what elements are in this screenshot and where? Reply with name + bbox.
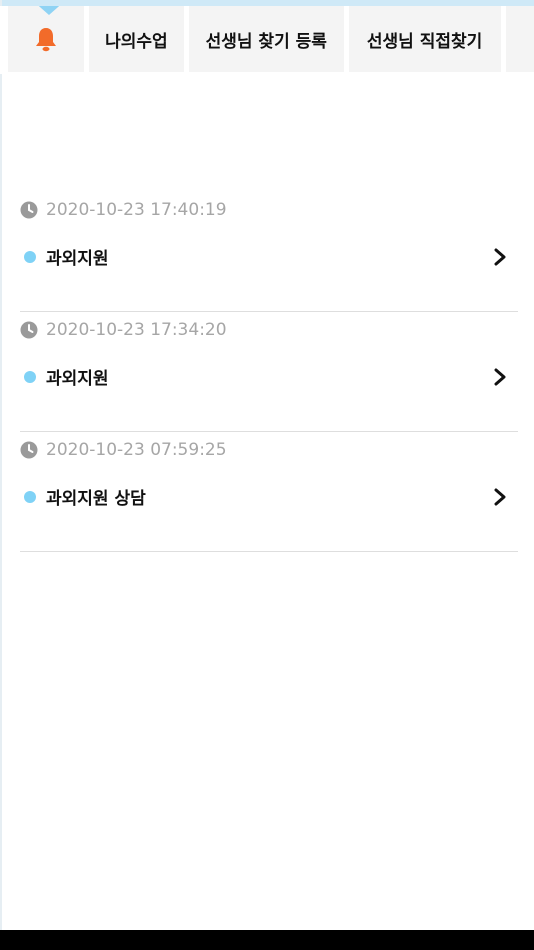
notification-item[interactable]: 2020-10-23 07:59:25 과외지원 상담 (20, 432, 518, 552)
tab-bar: 나의수업 선생님 찾기 등록 선생님 직접찾기 (0, 6, 534, 74)
notification-title-row[interactable]: 과외지원 (20, 364, 518, 389)
tab-find-teacher-register[interactable]: 선생님 찾기 등록 (188, 6, 344, 72)
notification-item[interactable]: 2020-10-23 17:40:19 과외지원 (20, 192, 518, 312)
bell-icon (35, 28, 56, 52)
notification-timestamp: 2020-10-23 17:34:20 (46, 320, 227, 340)
tab-my-classes[interactable]: 나의수업 (88, 6, 184, 72)
notification-title-row[interactable]: 과외지원 (20, 244, 518, 269)
chevron-right-icon[interactable] (492, 487, 508, 507)
notification-time: 2020-10-23 17:34:20 (20, 320, 227, 340)
tab-overflow[interactable] (505, 6, 534, 72)
notification-title-row[interactable]: 과외지원 상담 (20, 484, 518, 509)
system-navigation-bar (0, 930, 534, 950)
notification-title: 과외지원 (46, 249, 109, 269)
notification-timestamp: 2020-10-23 17:40:19 (46, 200, 227, 220)
tab-find-teacher-direct[interactable]: 선생님 직접찾기 (348, 6, 501, 72)
tab-find-teacher-direct-label: 선생님 직접찾기 (366, 31, 483, 52)
clock-icon (20, 441, 38, 459)
notification-title: 과외지원 (46, 369, 109, 389)
notification-item[interactable]: 2020-10-23 17:34:20 과외지원 (20, 312, 518, 432)
chevron-right-icon[interactable] (492, 367, 508, 387)
bullet-dot (24, 370, 36, 383)
chevron-right-icon[interactable] (492, 247, 508, 267)
tab-find-teacher-register-label: 선생님 찾기 등록 (205, 31, 327, 52)
notification-title: 과외지원 상담 (46, 489, 146, 509)
clock-icon (20, 201, 38, 219)
notification-time: 2020-10-23 07:59:25 (20, 440, 227, 460)
notification-time: 2020-10-23 17:40:19 (20, 200, 227, 220)
bullet-dot (24, 250, 36, 263)
left-edge-line (0, 0, 2, 930)
bullet-dot (24, 490, 36, 503)
active-tab-pointer (32, 6, 66, 15)
notification-timestamp: 2020-10-23 07:59:25 (46, 440, 227, 460)
tab-notifications[interactable] (8, 6, 84, 72)
notification-list: 2020-10-23 17:40:19 과외지원 2020-10-23 17:3… (20, 192, 518, 552)
tab-my-classes-label: 나의수업 (105, 31, 168, 52)
clock-icon (20, 321, 38, 339)
